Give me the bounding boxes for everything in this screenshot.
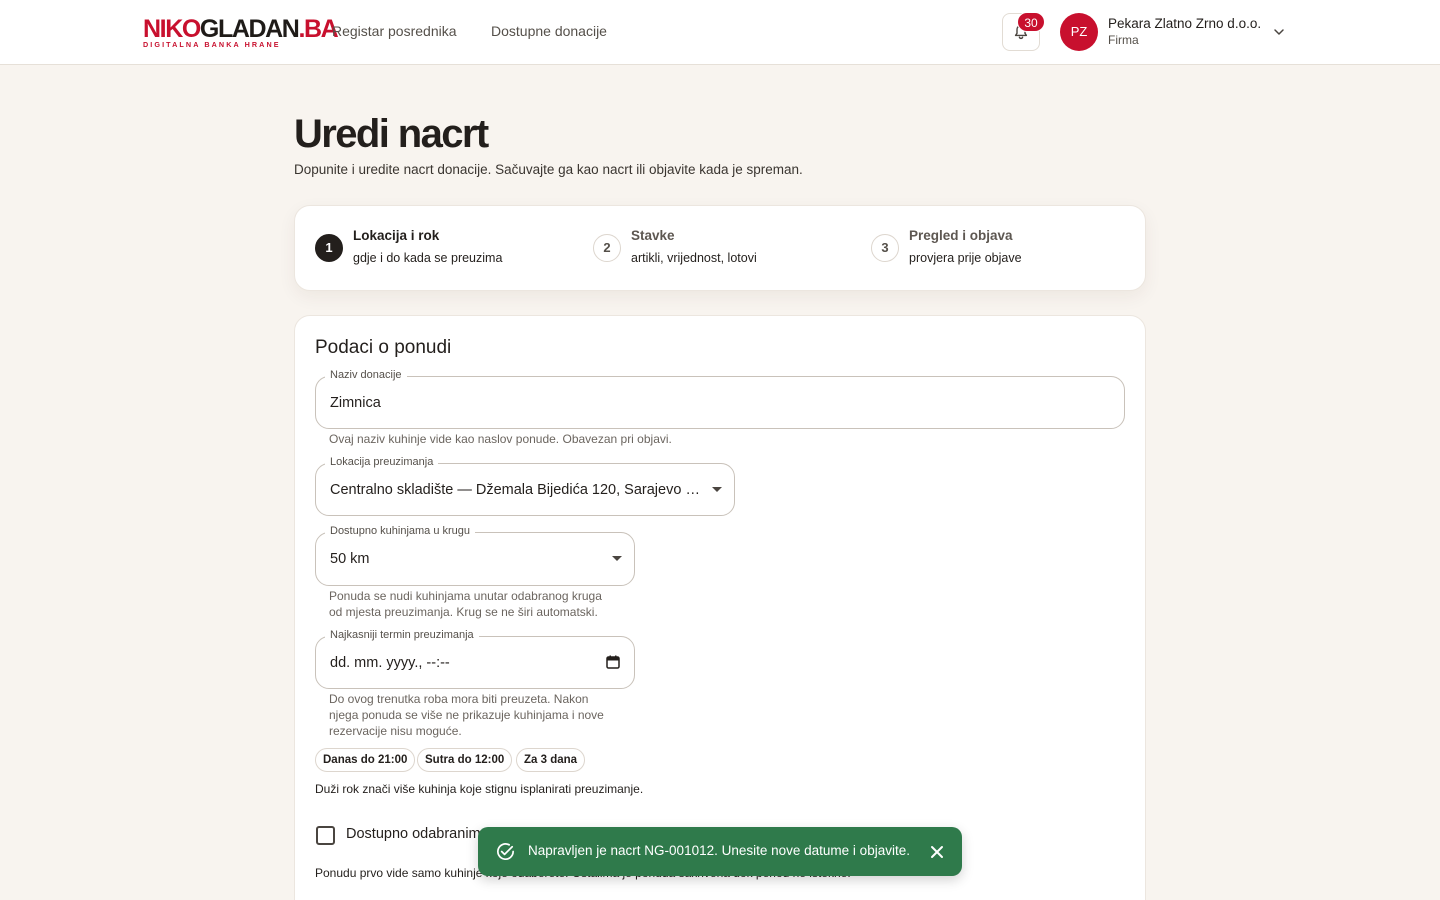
pickup-deadline-field[interactable]: Najkasniji termin preuzimanja dd. mm. yy…: [315, 629, 635, 689]
page-title: Uredi nacrt: [294, 112, 489, 156]
radius-select[interactable]: Dostupno kuhinjama u krugu 50 km: [315, 525, 635, 586]
step-title: Stavke: [631, 228, 675, 243]
radius-helper: Ponuda se nudi kuhinjama unutar odabrano…: [329, 589, 602, 619]
offer-details-card: Podaci o ponudi Naziv donacije Zimnica O…: [294, 315, 1146, 900]
radius-value: 50 km: [330, 551, 370, 567]
top-navigation-bar: NIKOGLADAN.BA DIGITALNA BANKA HRANE Regi…: [0, 0, 1440, 65]
close-icon[interactable]: [928, 843, 946, 861]
donation-name-field[interactable]: Naziv donacije Zimnica: [315, 369, 1125, 429]
donation-name-helper: Ovaj naziv kuhinje vide kao naslov ponud…: [329, 432, 672, 446]
step-title: Lokacija i rok: [353, 228, 440, 243]
check-circle-icon: [497, 843, 514, 860]
pickup-deadline-input[interactable]: dd. mm. yyyy., --:--: [330, 637, 600, 689]
nav-link-dostupne-donacije[interactable]: Dostupne donacije: [491, 23, 607, 39]
dropdown-arrow-icon: [712, 487, 722, 492]
selected-kitchens-label[interactable]: Dostupno odabranim: [346, 826, 481, 842]
chip-in-3-days[interactable]: Za 3 dana: [516, 748, 586, 772]
selected-kitchens-checkbox[interactable]: [316, 826, 335, 845]
step-description: provjera prije objave: [909, 251, 1022, 265]
calendar-icon[interactable]: [606, 655, 620, 669]
chip-today-2100[interactable]: Danas do 21:00: [315, 748, 416, 772]
user-avatar[interactable]: PZ: [1060, 13, 1098, 51]
success-toast: Napravljen je nacrt NG-001012. Unesite n…: [478, 827, 962, 876]
deadline-helper: Do ovog trenutka roba mora biti preuzeta…: [329, 692, 604, 738]
toast-message: Napravljen je nacrt NG-001012. Unesite n…: [528, 843, 910, 858]
logo-wordmark: NIKOGLADAN.BA: [143, 15, 339, 43]
chevron-down-icon[interactable]: [1271, 24, 1287, 40]
user-name[interactable]: Pekara Zlatno Zrno d.o.o.: [1108, 16, 1261, 31]
step-number: 3: [871, 234, 899, 262]
pickup-location-value: Centralno skladište — Džemala Bijedića 1…: [330, 482, 700, 498]
dropdown-arrow-icon: [612, 556, 622, 561]
step-title: Pregled i objava: [909, 228, 1013, 243]
step-number: 1: [315, 234, 343, 262]
step-number: 2: [593, 234, 621, 262]
donation-name-input[interactable]: Zimnica: [330, 377, 1110, 429]
nav-link-registar-posrednika[interactable]: Registar posrednika: [332, 23, 457, 39]
chip-tomorrow-1200[interactable]: Sutra do 12:00: [417, 748, 513, 772]
notification-count-badge: 30: [1017, 12, 1045, 32]
progress-stepper: 1 Lokacija i rok gdje i do kada se preuz…: [294, 205, 1146, 291]
logo[interactable]: NIKOGLADAN.BA DIGITALNA BANKA HRANE: [143, 15, 339, 49]
chips-note: Duži rok znači više kuhinja koje stignu …: [315, 782, 644, 796]
step-description: artikli, vrijednost, lotovi: [631, 251, 757, 265]
section-title: Podaci o ponudi: [315, 337, 452, 358]
step-description: gdje i do kada se preuzima: [353, 251, 503, 265]
user-role: Firma: [1108, 33, 1139, 47]
page-subtitle: Dopunite i uredite nacrt donacije. Sačuv…: [294, 162, 803, 177]
pickup-location-select[interactable]: Lokacija preuzimanja Centralno skladište…: [315, 456, 735, 516]
